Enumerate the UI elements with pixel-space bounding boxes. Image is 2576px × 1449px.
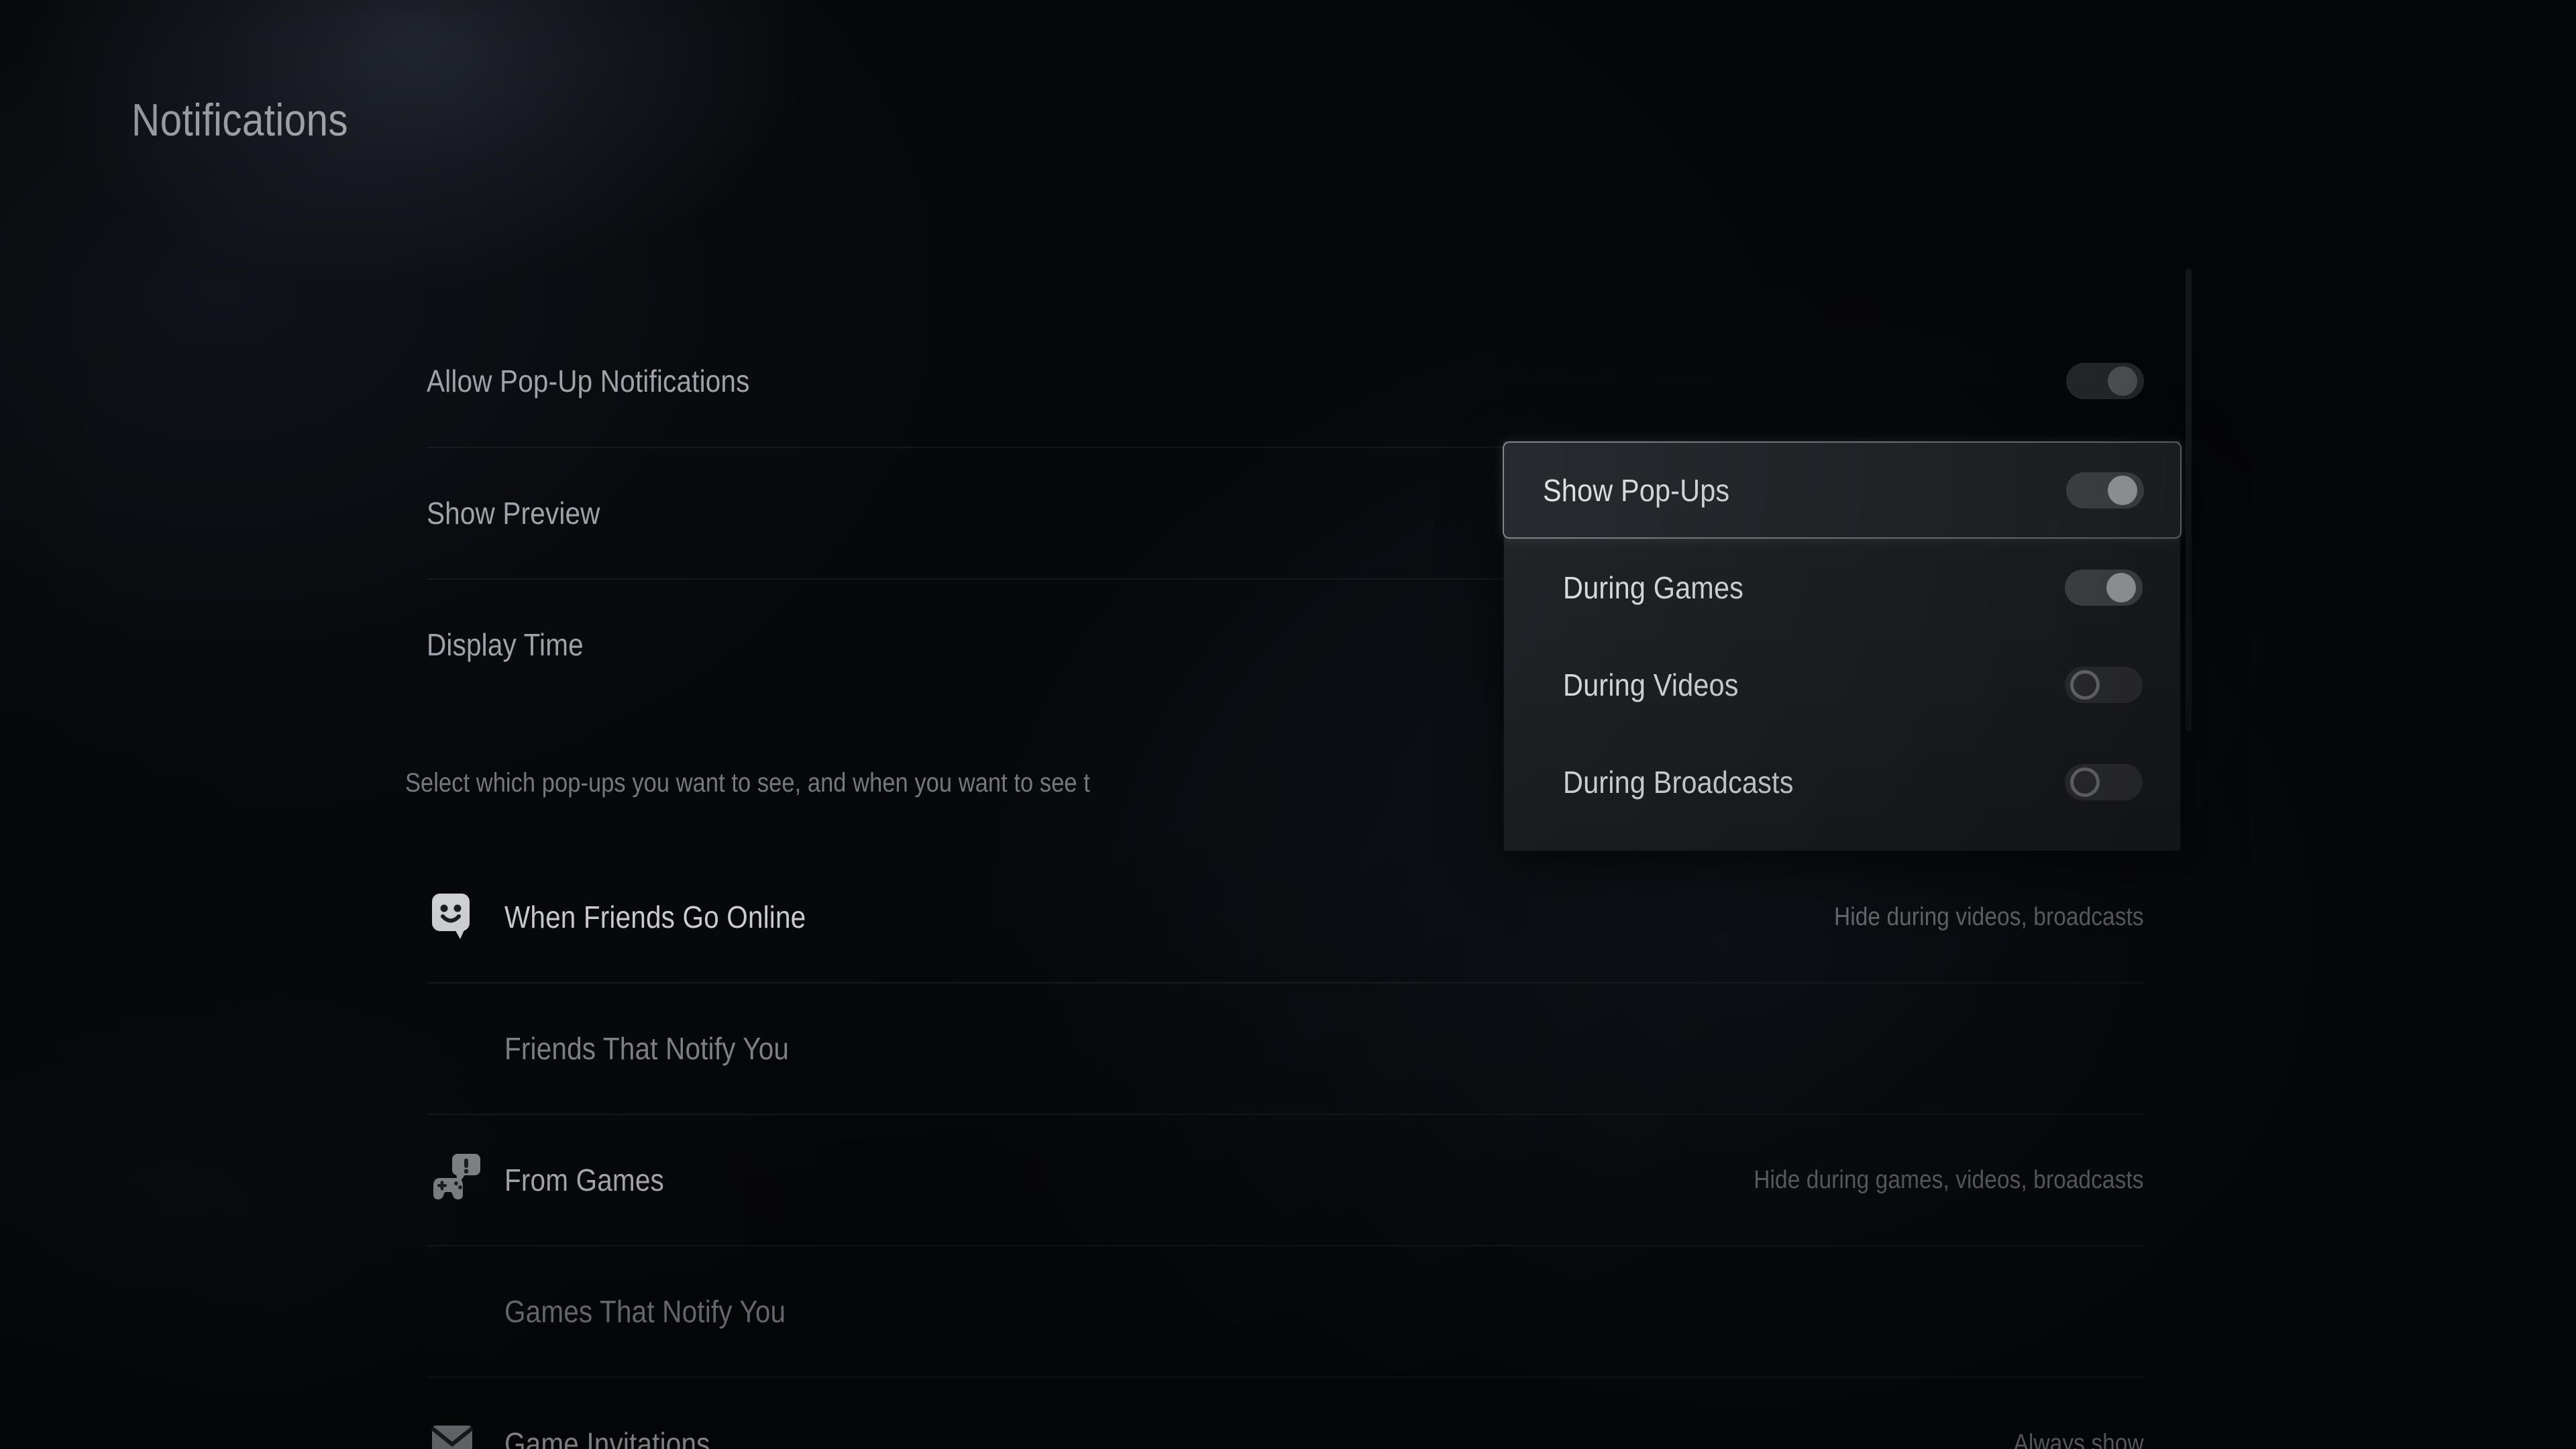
notification-row-game-invitations[interactable]: Game Invitations Always show [427,1378,2144,1449]
notification-title: Friends That Notify You [504,1031,790,1066]
show-popups-popup-panel: Show Pop-Ups During Games During Videos … [1503,441,2182,851]
vertical-scrollbar[interactable] [2186,268,2192,731]
notification-value: Always show [2013,1429,2144,1449]
setting-row-allow-popup-notifications[interactable]: Allow Pop-Up Notifications [427,315,2144,447]
popup-row-during-games[interactable]: During Games [1504,539,2180,636]
game-invite-icon [427,1415,484,1449]
notification-row-friends-that-notify-you[interactable]: Friends That Notify You [427,983,2144,1115]
popup-row-label: During Games [1563,570,1744,605]
page-title: Notifications [131,95,349,146]
game-alert-icon [427,1151,484,1209]
ps5-settings-screen: Notifications Allow Pop-Up Notifications… [0,0,2576,1449]
popup-row-label: Show Pop-Ups [1543,472,1730,508]
toggle-knob [2108,366,2137,396]
setting-label: Display Time [427,627,584,662]
allow-popup-notifications-toggle[interactable] [2066,363,2144,399]
notification-value: Hide during videos, broadcasts [1834,902,2144,931]
notification-value: Hide during games, videos, broadcasts [1754,1165,2144,1194]
setting-label: Allow Pop-Up Notifications [427,364,750,398]
notification-title: From Games [504,1163,664,1197]
notification-row-games-that-notify-you[interactable]: Games That Notify You [427,1246,2144,1378]
popup-row-during-broadcasts[interactable]: During Broadcasts [1504,733,2180,830]
notification-title: Games That Notify You [504,1294,786,1329]
popup-row-label: During Broadcasts [1563,764,1794,800]
notification-row-from-games[interactable]: From Games Hide during games, videos, br… [427,1115,2144,1246]
notification-title: Game Invitations [504,1426,710,1449]
toggle-knob [2070,767,2100,797]
popup-row-show-pop-ups[interactable]: Show Pop-Ups [1503,441,2182,539]
during-videos-toggle[interactable] [2065,666,2143,703]
toggle-knob [2106,572,2136,602]
show-pop-ups-toggle[interactable] [2066,472,2144,508]
toggle-knob [2108,475,2137,505]
notification-title: When Friends Go Online [504,900,806,934]
popup-row-label: During Videos [1563,667,1739,702]
setting-label: Show Preview [427,496,600,531]
during-games-toggle[interactable] [2065,569,2143,606]
toggle-knob [2070,670,2100,700]
during-broadcasts-toggle[interactable] [2065,763,2143,800]
popup-row-during-videos[interactable]: During Videos [1504,636,2180,733]
section-description: Select which pop-ups you want to see, an… [405,768,1090,798]
friends-smiley-icon [427,888,484,946]
notification-row-when-friends-go-online[interactable]: When Friends Go Online Hide during video… [427,852,2144,983]
notification-type-list: When Friends Go Online Hide during video… [427,852,2144,1449]
